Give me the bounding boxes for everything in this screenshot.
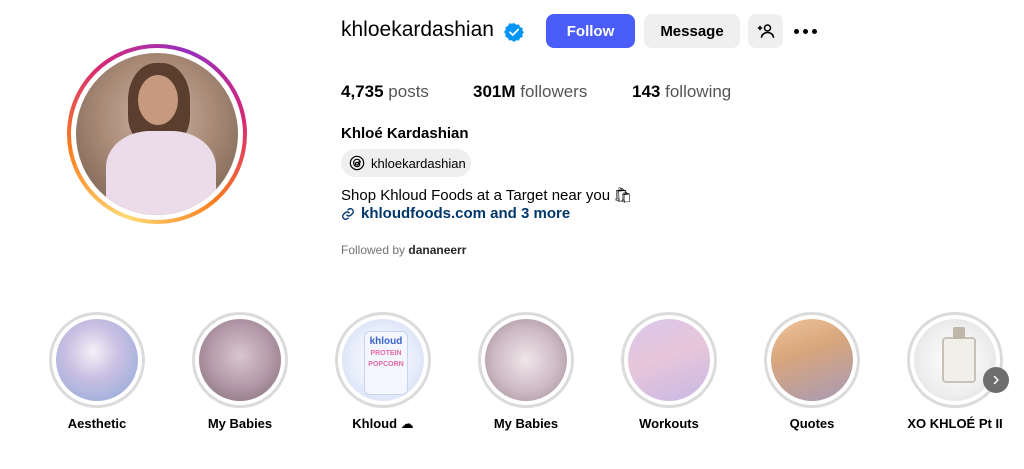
- highlight-label: Khloud ☁: [352, 416, 414, 431]
- pack-line1: PROTEIN: [370, 350, 402, 357]
- posts-stat: 4,735 posts: [341, 82, 429, 102]
- popcorn-bag-image: khloud PROTEIN POPCORN: [364, 331, 408, 395]
- highlight-item[interactable]: Quotes: [762, 312, 862, 431]
- threads-link[interactable]: khloekardashian: [341, 149, 471, 177]
- highlight-thumbnail: [914, 319, 996, 401]
- full-name: Khloé Kardashian: [341, 125, 469, 142]
- threads-handle: khloekardashian: [371, 155, 466, 171]
- followers-count: 301M: [473, 82, 516, 101]
- highlight-thumbnail: [485, 319, 567, 401]
- followed-by-user: dananeerr: [408, 243, 467, 257]
- highlight-label: Quotes: [789, 416, 835, 431]
- pack-brand: khloud: [369, 336, 403, 347]
- highlight-item[interactable]: khloud PROTEIN POPCORN Khloud ☁: [333, 312, 433, 432]
- bio-emoji: 🛍: [613, 187, 633, 204]
- avatar-gap: [71, 48, 243, 220]
- followers-stat[interactable]: 301M followers: [473, 82, 587, 102]
- follow-button[interactable]: Follow: [546, 14, 635, 48]
- highlight-item[interactable]: Aesthetic: [47, 312, 147, 431]
- highlights-next-button[interactable]: [983, 367, 1009, 393]
- highlight-label: My Babies: [493, 416, 559, 431]
- pack-line2: POPCORN: [368, 361, 404, 368]
- verified-badge-icon: [504, 23, 524, 42]
- highlight-thumbnail: [628, 319, 710, 401]
- highlight-item[interactable]: Workouts: [619, 312, 719, 431]
- avatar-face: [138, 75, 178, 125]
- suggested-users-button[interactable]: [748, 14, 783, 48]
- highlight-label: Aesthetic: [67, 416, 127, 431]
- highlight-label: Workouts: [639, 416, 699, 431]
- avatar-image: [76, 53, 238, 215]
- highlight-thumbnail: [771, 319, 853, 401]
- following-stat[interactable]: 143 following: [632, 82, 731, 102]
- posts-label: posts: [388, 82, 429, 101]
- avatar-shirt: [106, 131, 216, 215]
- followed-by[interactable]: Followed by dananeerr: [341, 243, 466, 257]
- highlight-label: My Babies: [207, 416, 273, 431]
- highlight-thumbnail: [199, 319, 281, 401]
- following-label: following: [665, 82, 732, 101]
- add-user-icon: [757, 24, 774, 38]
- bio-text: Shop Khloud Foods at a Target near you: [341, 186, 611, 204]
- bio: Shop Khloud Foods at a Target near you 🛍: [341, 186, 633, 205]
- highlight-item[interactable]: My Babies: [190, 312, 290, 431]
- link-icon: [342, 207, 354, 220]
- link-text: khloudfoods.com and 3 more: [361, 205, 571, 222]
- highlight-label: XO KHLOÉ Pt II: [907, 416, 1003, 431]
- threads-icon: [349, 155, 365, 171]
- chevron-right-icon: [993, 375, 999, 385]
- external-link[interactable]: khloudfoods.com and 3 more: [341, 205, 570, 222]
- following-count: 143: [632, 82, 661, 101]
- profile-avatar[interactable]: [67, 44, 247, 224]
- more-options-icon[interactable]: [794, 24, 822, 38]
- highlight-thumbnail: khloud PROTEIN POPCORN: [342, 319, 424, 401]
- posts-count: 4,735: [341, 82, 384, 101]
- highlight-item[interactable]: My Babies: [476, 312, 576, 431]
- message-button[interactable]: Message: [644, 14, 740, 48]
- followers-label: followers: [520, 82, 588, 101]
- highlight-thumbnail: [56, 319, 138, 401]
- perfume-bottle-image: [942, 327, 976, 383]
- followed-by-label: Followed by: [341, 243, 406, 257]
- username: khloekardashian: [341, 18, 494, 41]
